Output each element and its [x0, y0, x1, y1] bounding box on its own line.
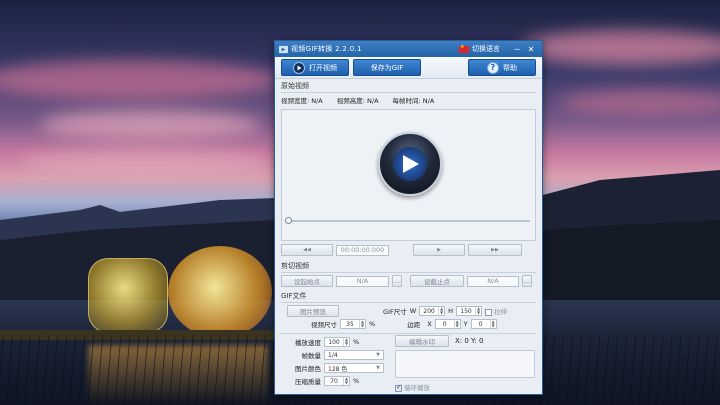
big-play-button[interactable] [378, 132, 442, 196]
clip-controls: 设起始点 N/A ... 设截止点 N/A ... [281, 275, 536, 287]
rewind-button[interactable]: ◀◀ [281, 244, 333, 256]
stretch-checkbox[interactable]: 拉伸 [485, 306, 507, 316]
china-flag-icon [459, 44, 469, 53]
title-bar[interactable]: 视频GIF转换 2.2.0.1 切换语言 － ✕ [275, 41, 542, 57]
end-point-field: N/A [467, 275, 519, 287]
app-icon [279, 45, 288, 53]
app-window: 视频GIF转换 2.2.0.1 切换语言 － ✕ 打开视频 保存为GIF ? 帮… [274, 40, 543, 395]
start-more-button[interactable]: ... [392, 275, 402, 287]
margin-x-input[interactable]: 0 ▲ ▼ [434, 319, 461, 329]
video-size-label: 视频尺寸 [311, 321, 337, 329]
width-letter: W [409, 307, 417, 315]
main-toolbar: 打开视频 保存为GIF ? 帮助 [275, 57, 542, 79]
speed-row: 播放速度 100 ▲ ▼ % [281, 337, 359, 347]
frames-label: 帧数量 [301, 352, 322, 360]
help-button[interactable]: ? 帮助 [468, 59, 536, 76]
minimize-button[interactable]: － [510, 44, 524, 55]
video-preview[interactable] [281, 109, 536, 241]
help-label: 帮助 [503, 63, 517, 72]
margin-label: 边距 [407, 321, 421, 329]
divider [281, 302, 536, 303]
speed-label: 播放速度 [295, 339, 321, 347]
y-letter: Y [463, 320, 468, 328]
start-point-field: N/A [336, 275, 389, 287]
video-height-label: 视频高度: N/A [336, 97, 379, 105]
section-original-video: 原始视频 [281, 82, 309, 90]
colors-row: 图片颜色 128 色 ▼ [281, 363, 384, 373]
gif-height-input[interactable]: 150 ▲ ▼ [456, 306, 483, 316]
chevron-down-icon: ▼ [376, 352, 380, 358]
play-icon [293, 61, 305, 74]
quality-input[interactable]: 70 ▲ ▼ [324, 376, 350, 386]
gif-size-label: GIF尺寸 [383, 308, 407, 316]
seek-bar[interactable] [285, 217, 530, 224]
watermark-coords: X: 0 Y: 0 [455, 337, 484, 345]
video-size-row: 视频尺寸 35 ▲ ▼ % 边距 X 0 ▲ ▼ Y 0 ▲ ▼ [281, 319, 536, 329]
open-video-button[interactable]: 打开视频 [281, 59, 349, 76]
quality-row: 压缩质量 70 ▲ ▼ % [281, 376, 359, 386]
gif-width-input[interactable]: 200 ▲ ▼ [419, 306, 446, 316]
x-letter: X [427, 320, 432, 328]
percent-sign: % [353, 377, 360, 385]
set-start-button[interactable]: 设起始点 [281, 275, 333, 287]
playback-controls: ◀◀ 00:00:00.000 ▶ ▶▶ [281, 244, 536, 256]
colors-label: 图片颜色 [295, 365, 321, 373]
video-width-label: 视频宽度: N/A [281, 97, 323, 105]
colors-select[interactable]: 128 色 ▼ [324, 363, 384, 373]
language-switch[interactable]: 切换语言 [472, 44, 500, 54]
frames-row: 帧数量 1/4 ▼ [281, 350, 384, 360]
help-icon: ? [487, 61, 499, 74]
close-button[interactable]: ✕ [524, 45, 538, 54]
time-display: 00:00:00.000 [336, 244, 389, 256]
gif-size-row: 图片预览 GIF尺寸 W 200 ▲ ▼ H 150 ▲ ▼ 拉伸 [281, 305, 536, 317]
seek-handle[interactable] [285, 217, 292, 224]
set-end-button[interactable]: 设截止点 [410, 275, 464, 287]
window-title: 视频GIF转换 2.2.0.1 [291, 45, 362, 53]
frame-time-label: 每帧时间: N/A [392, 97, 435, 105]
video-size-input[interactable]: 35 ▲ ▼ [340, 319, 366, 329]
height-letter: H [448, 307, 454, 315]
divider [281, 92, 536, 93]
open-video-label: 打开视频 [309, 63, 337, 72]
percent-sign: % [353, 338, 360, 346]
play-button[interactable]: ▶ [413, 244, 465, 256]
percent-sign: % [369, 320, 376, 328]
video-info-row: 视频宽度: N/A 视频高度: N/A 每帧时间: N/A [275, 94, 542, 106]
end-more-button[interactable]: ... [522, 275, 532, 287]
frames-select[interactable]: 1/4 ▼ [324, 350, 384, 360]
divider [281, 333, 536, 334]
play-triangle-icon [403, 155, 419, 173]
chevron-down-icon: ▼ [376, 365, 380, 371]
quality-label: 压缩质量 [295, 378, 321, 386]
watermark-preview [395, 350, 535, 378]
loop-checkbox[interactable]: 循环播放 [395, 382, 430, 392]
margin-y-input[interactable]: 0 ▲ ▼ [470, 319, 497, 329]
save-gif-button[interactable]: 保存为GIF [353, 59, 421, 76]
speed-input[interactable]: 100 ▲ ▼ [324, 337, 350, 347]
section-clip-video: 剪切视频 [281, 262, 309, 270]
image-preview-button[interactable]: 图片预览 [287, 305, 339, 317]
section-gif-file: GIF文件 [281, 292, 307, 300]
edit-watermark-button[interactable]: 编辑水印 [395, 335, 449, 347]
fast-forward-button[interactable]: ▶▶ [468, 244, 522, 256]
divider [281, 272, 536, 273]
